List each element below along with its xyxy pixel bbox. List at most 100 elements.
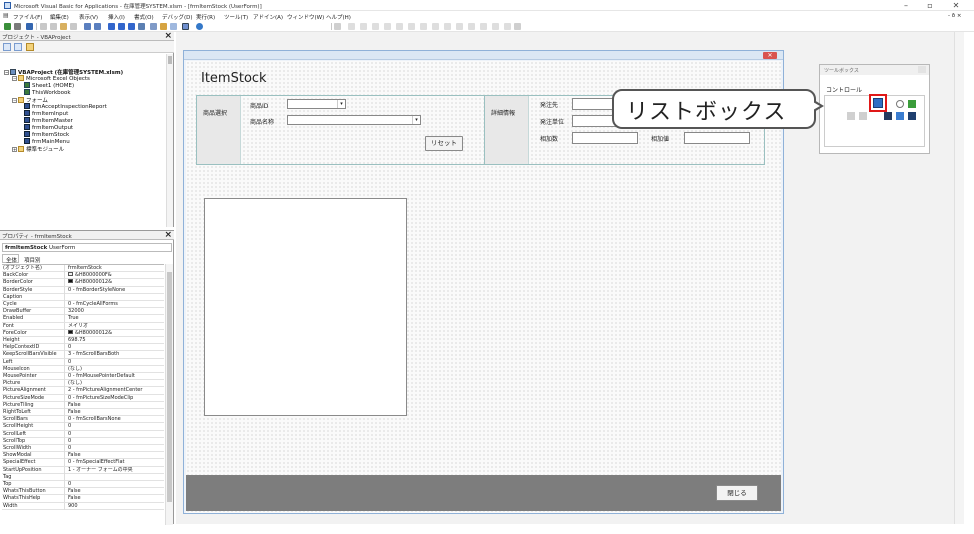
property-row[interactable]: BackColor &H8000000F& [2,272,164,280]
property-row[interactable]: WhatsThisButton False [2,488,164,496]
property-row[interactable]: Enabled True [2,315,164,323]
property-value[interactable]: 1 - オーナー フォームの中央 [68,467,164,474]
property-value[interactable]: (なし) [68,380,164,387]
menu-edit[interactable]: 編集(E) [50,13,69,21]
property-value[interactable]: 0 - fmPictureSizeModeClip [68,395,164,402]
property-row[interactable]: StartUpPosition 1 - オーナー フォームの中央 [2,466,164,474]
property-row[interactable]: KeepScrollBarsVisible 3 - fmScrollBarsBot… [2,351,164,359]
indent-icon[interactable] [348,23,355,30]
menu-format[interactable]: 書式(O) [134,13,154,21]
property-value[interactable]: 0 [68,359,164,366]
property-row[interactable]: ScrollLeft 0 [2,430,164,438]
property-row[interactable]: Left 0 [2,358,164,366]
property-value[interactable]: 0 - fmMousePointerDefault [68,373,164,380]
property-value[interactable]: 0 [68,445,164,452]
property-row[interactable]: Picture (なし) [2,380,164,388]
designer-scrollbar[interactable] [954,32,964,524]
reset-icon[interactable] [128,23,135,30]
property-value[interactable]: 0 [68,344,164,351]
property-value[interactable]: 900 [68,503,164,510]
mdi-icon[interactable]: ▤ [3,12,9,19]
tree-node-form[interactable]: frmItemStock [24,131,69,138]
property-row[interactable]: ScrollBars 0 - fmScrollBarsNone [2,416,164,424]
property-value[interactable]: 32000 [68,308,164,315]
toolbox-icon[interactable] [182,23,189,30]
property-value[interactable]: &H80000012& [68,279,164,286]
property-row[interactable]: RightToLeft False [2,409,164,417]
property-value[interactable]: 0 - fmSpecialEffectFlat [68,459,164,466]
tab-category[interactable]: 項目別 [20,254,47,264]
tree-node-form[interactable]: frmItemMaster [24,117,73,124]
outdent-icon[interactable] [360,23,367,30]
find-icon[interactable] [70,23,77,30]
menu-tools[interactable]: ツール(T) [224,13,248,21]
property-row[interactable]: Top 0 [2,481,164,489]
help-icon[interactable] [196,23,203,30]
property-row[interactable]: DrawBuffer 32000 [2,308,164,316]
label-icon[interactable] [859,112,867,120]
property-row[interactable]: BorderStyle 0 - fmBorderStyleNone [2,286,164,294]
option-button-icon[interactable] [896,100,904,108]
pointer-icon[interactable] [847,112,855,120]
tree-node-modules[interactable]: + 標準モジュール [12,145,64,153]
project-explorer-icon[interactable] [150,23,157,30]
property-row[interactable]: BorderColor &H80000012& [2,279,164,287]
property-row[interactable]: Caption [2,293,164,301]
comment-icon[interactable] [396,23,403,30]
property-value[interactable]: 0 - fmCycleAllForms [68,301,164,308]
paste-icon[interactable] [60,23,67,30]
menu-debug[interactable]: デバッグ(D) [162,13,193,21]
excel-icon[interactable] [4,23,11,30]
property-row[interactable]: ScrollWidth 0 [2,445,164,453]
property-value[interactable]: 0 [68,431,164,438]
property-value[interactable]: False [68,495,164,502]
property-value[interactable]: 3 - fmScrollBarsBoth [68,351,164,358]
minimize-button[interactable]: – [894,0,918,11]
item-name-combobox[interactable]: ▾ [287,115,421,125]
redo-icon[interactable] [94,23,101,30]
cut-icon[interactable] [40,23,47,30]
close-icon[interactable]: × [164,230,172,240]
property-row[interactable]: PictureSizeMode 0 - fmPictureSizeModeClip [2,394,164,402]
property-value[interactable]: (なし) [68,366,164,373]
close-window-button[interactable]: ✕ [944,0,968,11]
property-value[interactable]: &H8000000F& [68,272,164,279]
reset-button[interactable]: リセット [425,136,463,151]
property-row[interactable]: Font メイリオ [2,322,164,330]
uncomment-icon[interactable] [408,23,415,30]
item-id-combobox[interactable]: ▾ [287,99,346,109]
undo-icon[interactable] [84,23,91,30]
menu-file[interactable]: ファイル(F) [13,13,42,21]
property-row[interactable]: ShowModal False [2,452,164,460]
close-icon[interactable] [918,66,926,73]
property-row[interactable]: HelpContextID 0 [2,344,164,352]
clear-bookmarks-icon[interactable] [456,23,463,30]
chevron-down-icon[interactable]: ▾ [412,116,420,124]
next-bookmark-icon[interactable] [432,23,439,30]
toggle-folders-icon[interactable] [26,43,34,51]
tab-all[interactable]: 全体 [2,254,19,264]
property-row[interactable]: ScrollTop 0 [2,437,164,445]
property-value[interactable]: メイリオ [68,323,164,330]
object-browser-icon[interactable] [170,23,177,30]
properties-window-icon[interactable] [160,23,167,30]
stock-count-textbox[interactable] [572,132,638,144]
stock-listbox[interactable] [204,198,407,416]
scroll-thumb[interactable] [168,56,172,64]
form-title-label[interactable]: ItemStock [201,71,267,86]
save-icon[interactable] [26,23,33,30]
property-value[interactable]: 0 - fmScrollBarsNone [68,416,164,423]
property-value[interactable]: True [68,315,164,322]
toolbar-options-icon[interactable] [514,23,521,30]
menu-run[interactable]: 実行(R) [196,13,215,21]
menu-insert[interactable]: 挿入(I) [108,13,125,21]
tree-node-form[interactable]: frmMainMenu [24,138,70,145]
chevron-down-icon[interactable]: ⌄ [5,244,170,250]
property-value[interactable]: 2 - fmPictureAlignmentCenter [68,387,164,394]
property-row[interactable]: PictureAlignment 2 - fmPictureAlignmentCe… [2,387,164,395]
object-selector[interactable]: frmItemStock UserForm ⌄ [2,243,172,252]
menu-help[interactable]: ヘルプ(H) [326,13,351,21]
property-row[interactable]: SpecialEffect 0 - fmSpecialEffectFlat [2,459,164,467]
quick-info-icon[interactable] [384,23,391,30]
tree-node-excel-objects[interactable]: − Microsoft Excel Objects [12,75,90,82]
